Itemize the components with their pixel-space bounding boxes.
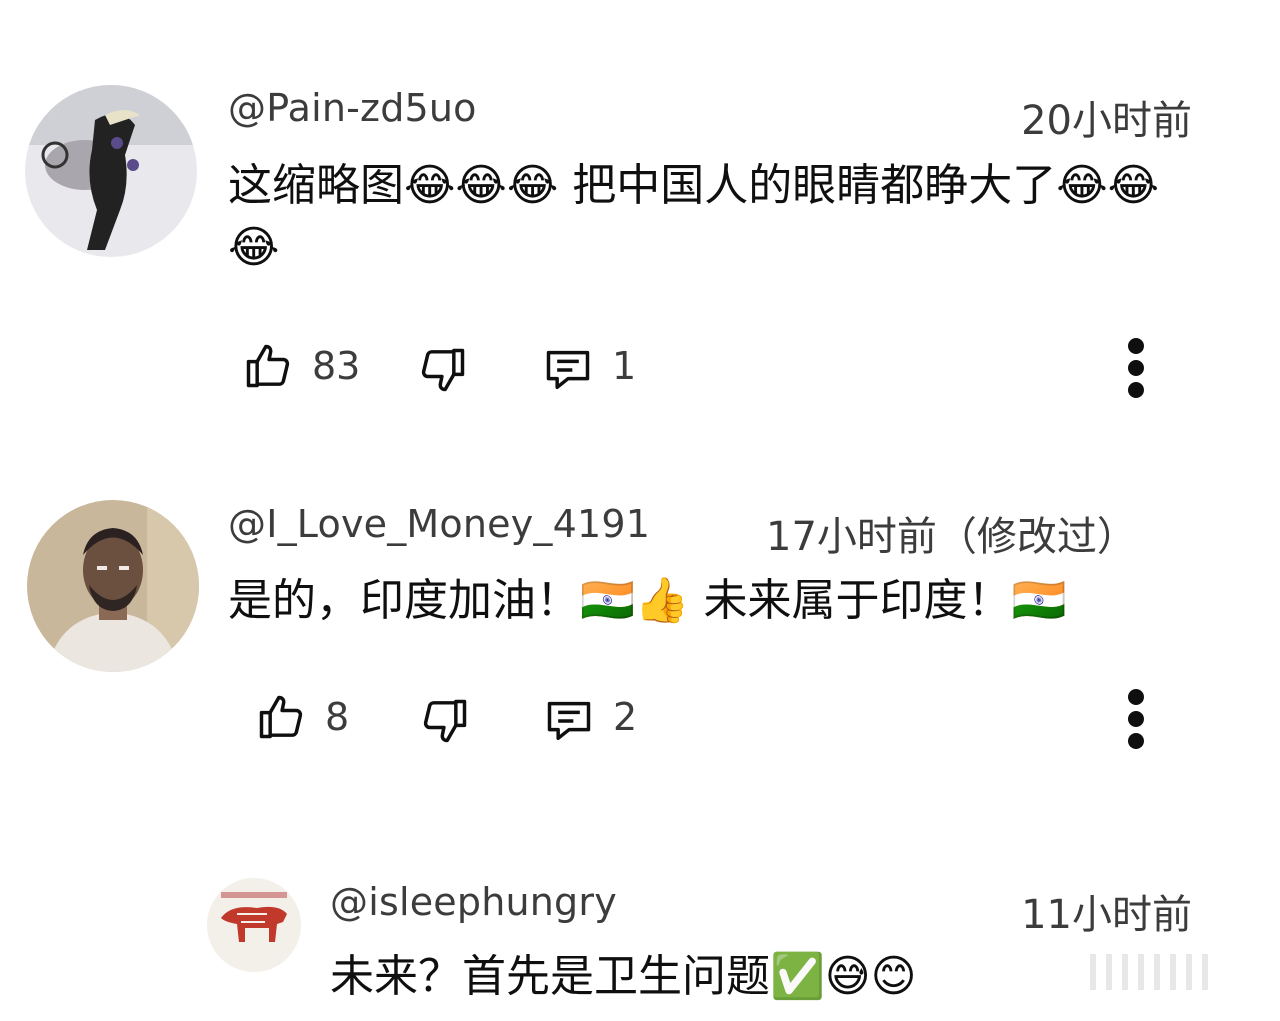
avatar[interactable] <box>207 878 301 972</box>
like-count: 8 <box>325 695 350 739</box>
thumbs-up-icon[interactable] <box>255 689 307 745</box>
avatar-image <box>27 500 199 672</box>
avatar-image <box>25 85 197 257</box>
more-vertical-icon[interactable] <box>1124 689 1148 753</box>
comment-time: 17小时前（修改过） <box>766 514 1137 560</box>
thumbs-down-icon[interactable] <box>417 342 469 398</box>
avatar-image <box>207 878 301 972</box>
comment-actions: 83 1 <box>240 338 1200 398</box>
comment-author[interactable]: @isleephungry <box>330 880 617 924</box>
avatar[interactable] <box>27 500 199 672</box>
comment-text: 是的，印度加油！🇮🇳👍 未来属于印度！🇮🇳 <box>228 575 1067 626</box>
avatar[interactable] <box>25 85 197 257</box>
comment-actions: 8 2 <box>255 689 1200 749</box>
comment-text: 未来？首先是卫生问题✅😅😊 <box>330 951 917 1002</box>
like-count: 83 <box>312 344 361 388</box>
comment-time: 20小时前 <box>1021 98 1192 144</box>
comment-author[interactable]: @I_Love_Money_4191 <box>228 502 650 546</box>
comment-time: 11小时前 <box>1021 892 1192 938</box>
comment-icon[interactable] <box>543 693 595 749</box>
comment-author[interactable]: @Pain-zd5uo <box>228 86 477 130</box>
comment-text: 这缩略图😂😂😂 把中国人的眼睛都睁大了😂😂😂 <box>228 160 1160 273</box>
thumbs-up-icon[interactable] <box>242 338 294 394</box>
reply-count[interactable]: 1 <box>612 344 636 388</box>
more-vertical-icon[interactable] <box>1124 338 1148 402</box>
reply-count[interactable]: 2 <box>613 695 637 739</box>
comment-icon[interactable] <box>542 342 594 398</box>
thumbs-down-icon[interactable] <box>419 693 471 749</box>
watermark <box>1090 950 1260 994</box>
